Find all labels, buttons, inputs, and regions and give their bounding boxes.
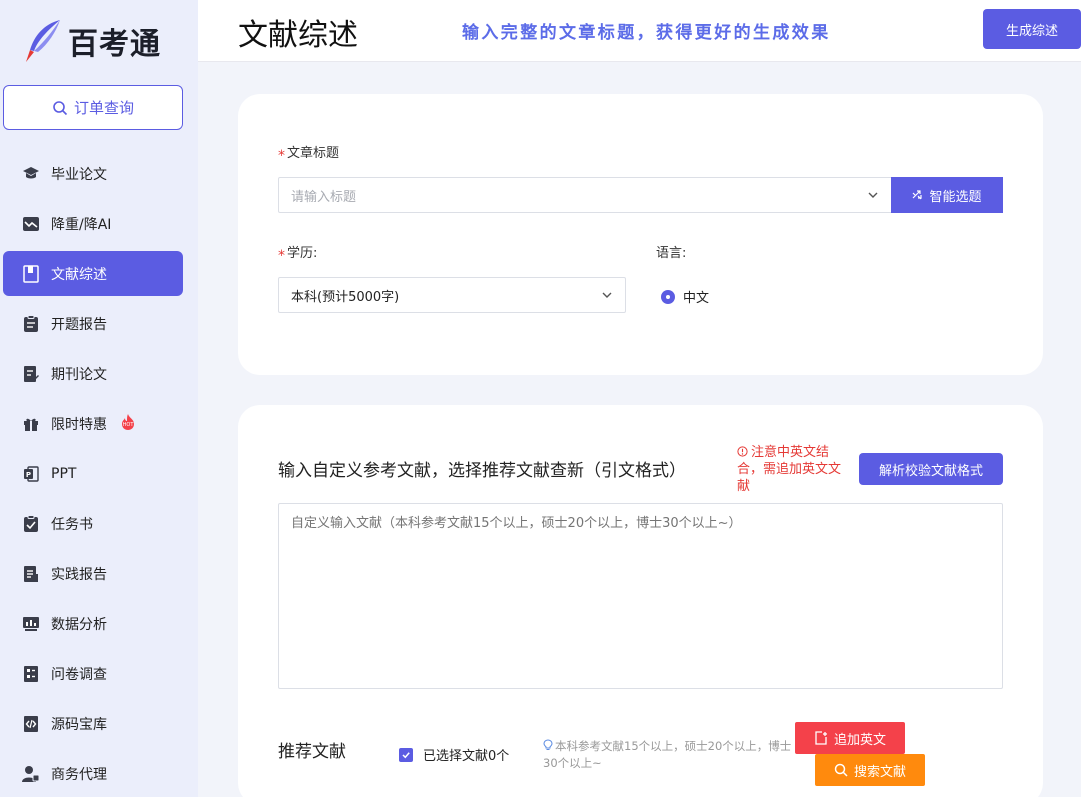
sidebar-item-label: 源码宝库	[51, 716, 107, 733]
graduation-cap-icon	[22, 165, 40, 183]
svg-text:P: P	[26, 471, 31, 479]
basic-info-card: * 文章标题 请输入标题 智能选题 * 学历: 语言: 本科(预计5000字) 中文	[238, 94, 1043, 375]
search-icon	[834, 763, 848, 777]
chevron-down-icon	[602, 292, 612, 298]
hot-badge-icon: HOT	[119, 413, 137, 435]
reference-count-hint: 本科参考文献15个以上，硕士20个以上，博士30个以上~	[543, 738, 793, 772]
references-card: 输入自定义参考文献，选择推荐文献查新（引文格式） 注意中英文结合，需追加英文文献…	[238, 405, 1043, 797]
sidebar-nav: 毕业论文 降重/降AI 文献综述 开题报告 期刊论文 限时特惠 HOT P PP…	[3, 151, 183, 797]
sidebar-item-survey[interactable]: 问卷调查	[3, 651, 183, 696]
sidebar-item-practice-report[interactable]: 实践报告	[3, 551, 183, 596]
language-value: 中文	[683, 291, 710, 306]
quill-icon	[26, 20, 60, 62]
order-query-button[interactable]: 订单查询	[3, 85, 183, 130]
add-file-icon	[815, 731, 827, 745]
sidebar: 百考通 订单查询 毕业论文 降重/降AI 文献综述 开题报告 期刊论文 限时特惠…	[0, 0, 198, 797]
sidebar-item-dedup[interactable]: 降重/降AI	[3, 201, 183, 246]
clipboard-icon	[22, 314, 40, 333]
required-mark: *	[278, 148, 285, 164]
checkbox-checked-icon	[399, 747, 413, 762]
hint-text: 本科参考文献15个以上，硕士20个以上，博士30个以上~	[543, 739, 792, 770]
sidebar-item-data-analysis[interactable]: 数据分析	[3, 601, 183, 646]
page-title: 文献综述	[238, 18, 358, 53]
title-label: 文章标题	[287, 146, 340, 161]
chevron-down-icon	[868, 192, 878, 198]
sidebar-item-label: 数据分析	[51, 616, 107, 633]
add-english-button[interactable]: 追加英文	[795, 722, 905, 754]
brand-name: 百考通	[68, 27, 161, 62]
bar-chart-icon	[22, 615, 40, 633]
title-input[interactable]: 请输入标题	[278, 177, 892, 213]
required-mark: *	[278, 248, 285, 264]
english-warning: 注意中英文结合，需追加英文文献	[737, 444, 847, 495]
sidebar-item-label: 开题报告	[51, 316, 107, 333]
add-english-label: 追加英文	[833, 732, 886, 748]
sidebar-item-source-code[interactable]: 源码宝库	[3, 701, 183, 746]
order-query-label: 订单查询	[73, 99, 134, 117]
sidebar-item-task-book[interactable]: 任务书	[3, 501, 183, 546]
lightbulb-icon	[543, 739, 553, 750]
sidebar-item-special-offer[interactable]: 限时特惠 HOT	[3, 401, 183, 446]
smart-topic-button[interactable]: 智能选题	[891, 177, 1003, 213]
sidebar-item-label: 期刊论文	[51, 366, 107, 383]
language-radio-chinese[interactable]: 中文	[661, 287, 709, 306]
sidebar-item-label: 毕业论文	[51, 166, 107, 183]
sidebar-item-literature-review[interactable]: 文献综述	[3, 251, 183, 296]
references-section-title: 输入自定义参考文献，选择推荐文献查新（引文格式）	[278, 456, 718, 484]
smart-topic-label: 智能选题	[929, 189, 982, 205]
top-header: 文献综述 输入完整的文章标题，获得更好的生成效果 生成综述	[198, 0, 1081, 62]
selected-count-text: 已选择文献0个	[423, 749, 510, 764]
sidebar-item-journal[interactable]: 期刊论文	[3, 351, 183, 396]
sidebar-item-label: 文献综述	[51, 266, 107, 283]
title-label-row: * 文章标题	[278, 142, 340, 164]
sidebar-item-label: 商务代理	[51, 766, 107, 783]
sidebar-item-proposal[interactable]: 开题报告	[3, 301, 183, 346]
code-file-icon	[22, 715, 40, 733]
select-all-checkbox[interactable]: 已选择文献0个	[399, 745, 509, 764]
shuffle-icon	[913, 189, 923, 199]
trend-chart-icon	[22, 215, 40, 233]
recommended-title-text: 推荐文献	[278, 742, 346, 762]
language-label: 语言:	[656, 246, 687, 261]
title-placeholder: 请输入标题	[291, 189, 357, 205]
education-value: 本科(预计5000字)	[291, 289, 400, 305]
search-icon	[53, 100, 68, 115]
book-icon	[22, 264, 40, 283]
education-label-row: * 学历:	[278, 242, 318, 264]
sidebar-item-label: 任务书	[51, 516, 93, 533]
warning-circle-icon	[737, 446, 748, 457]
search-references-label: 搜索文献	[853, 764, 906, 780]
sidebar-item-label: PPT	[51, 465, 77, 482]
parse-validate-button[interactable]: 解析校验文献格式	[859, 453, 1003, 485]
sidebar-item-label: 实践报告	[51, 566, 107, 583]
sidebar-item-thesis[interactable]: 毕业论文	[3, 151, 183, 196]
education-select[interactable]: 本科(预计5000字)	[278, 277, 626, 313]
search-references-button[interactable]: 搜索文献	[815, 754, 925, 786]
warning-text: 注意中英文结合，需追加英文文献	[737, 445, 842, 494]
radio-checked-icon	[661, 289, 675, 304]
business-user-icon	[22, 765, 40, 783]
journal-edit-icon	[22, 365, 40, 383]
sidebar-item-ppt[interactable]: P PPT	[3, 451, 183, 496]
references-section-title-text: 输入自定义参考文献，选择推荐文献查新（引文格式）	[278, 461, 686, 481]
gift-icon	[22, 415, 40, 433]
hot-badge-text: HOT	[123, 422, 135, 428]
logo[interactable]: 百考通	[22, 16, 161, 66]
header-slogan: 输入完整的文章标题，获得更好的生成效果	[462, 23, 831, 43]
survey-icon	[22, 665, 40, 683]
sidebar-item-label: 问卷调查	[51, 666, 107, 683]
education-label: 学历:	[287, 246, 318, 261]
report-icon	[22, 565, 40, 583]
ppt-icon: P	[22, 465, 40, 483]
custom-references-textarea[interactable]	[278, 503, 1003, 689]
sidebar-item-label: 降重/降AI	[51, 216, 112, 233]
sidebar-item-business-agent[interactable]: 商务代理	[3, 751, 183, 796]
task-clipboard-icon	[22, 514, 40, 533]
recommended-section-title: 推荐文献	[278, 737, 364, 765]
generate-review-button[interactable]: 生成综述	[983, 9, 1081, 49]
sidebar-item-label: 限时特惠	[51, 416, 107, 433]
